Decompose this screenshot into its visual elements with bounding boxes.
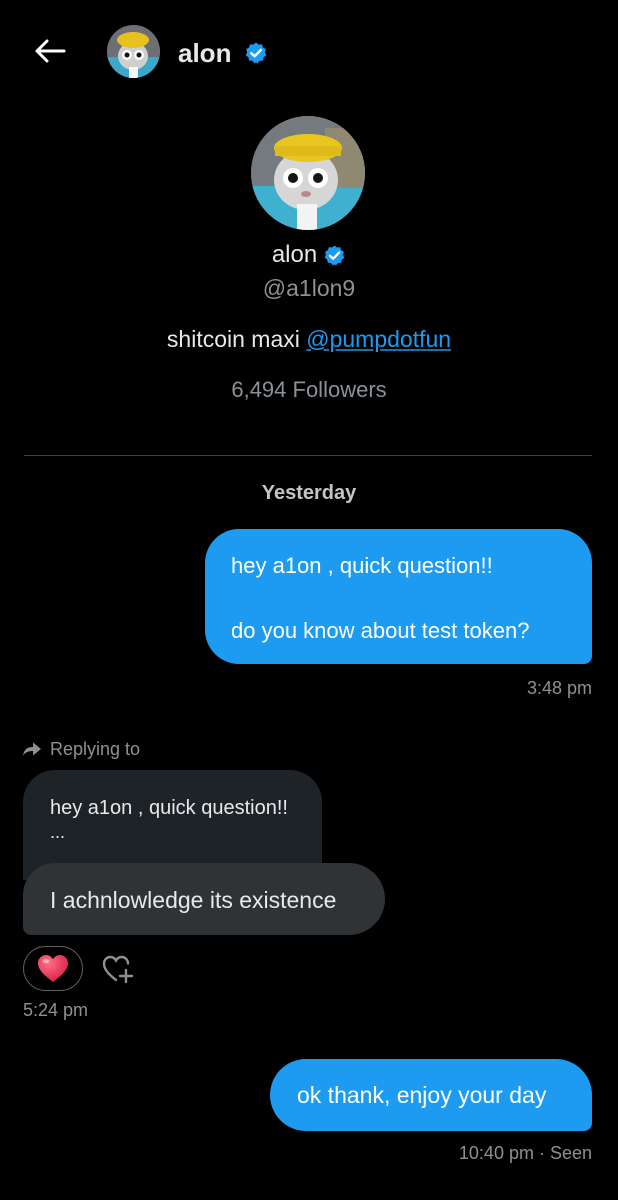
- incoming-message-bubble[interactable]: I achnlowledge its existence: [23, 863, 385, 935]
- message-timestamp: 3:48 pm: [526, 678, 592, 698]
- profile-name: alon: [271, 241, 318, 268]
- header-avatar[interactable]: [107, 25, 160, 78]
- date-separator: Yesterday: [261, 482, 357, 504]
- profile-avatar[interactable]: [251, 116, 365, 230]
- arrow-left-icon: [34, 38, 66, 69]
- profile-handle: @a1lon9: [262, 275, 356, 301]
- followers-count[interactable]: 6,494 Followers: [0, 375, 618, 405]
- message-text: ok thank, enjoy your day: [297, 1082, 547, 1108]
- reply-indicator: Replying to: [22, 737, 140, 761]
- add-reaction-button[interactable]: [100, 952, 136, 986]
- reaction-pill[interactable]: [23, 946, 83, 991]
- outgoing-message-bubble[interactable]: ok thank, enjoy your day: [270, 1059, 592, 1131]
- back-button[interactable]: [26, 32, 74, 74]
- divider: [24, 455, 592, 456]
- reply-label: Replying to: [50, 739, 141, 759]
- message-timestamp: 5:24 pm: [23, 1000, 89, 1020]
- verified-badge-icon: [244, 41, 268, 65]
- message-text: I achnlowledge its existence: [50, 887, 337, 913]
- bio-text: shitcoin maxi: [166, 326, 300, 352]
- quoted-ellipsis: ...: [50, 822, 66, 842]
- outgoing-message-bubble[interactable]: hey a1on , quick question!! do you know …: [205, 529, 592, 664]
- bio-mention-link[interactable]: @pumpdotfun: [306, 326, 451, 352]
- profile-bio: shitcoin maxi @pumpdotfun: [0, 324, 618, 354]
- heart-reaction-icon: [37, 954, 69, 983]
- verified-badge-icon: [323, 244, 346, 267]
- message-timestamp-seen: 10:40 pm · Seen: [458, 1143, 592, 1163]
- heart-plus-icon: [101, 954, 135, 984]
- conversation-title[interactable]: alon: [178, 36, 231, 70]
- quoted-text: hey a1on , quick question!!: [50, 797, 288, 819]
- message-line: do you know about test token?: [231, 618, 530, 643]
- message-line: hey a1on , quick question!!: [231, 553, 493, 578]
- reply-arrow-icon: [22, 741, 42, 758]
- profile-name-row: alon: [0, 240, 618, 270]
